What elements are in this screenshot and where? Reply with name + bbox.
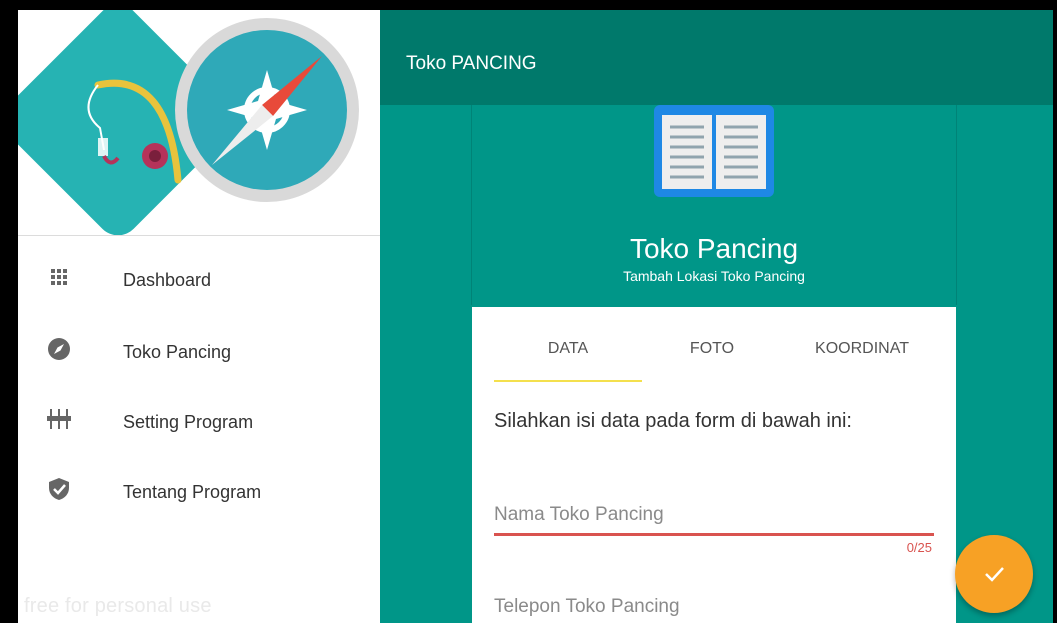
app-bar-title: Toko PANCING	[406, 53, 537, 74]
drawer-item-toko-pancing[interactable]: Toko Pancing	[18, 322, 380, 380]
drawer-item-tentang-program[interactable]: Tentang Program	[18, 462, 380, 520]
tab-koordinat[interactable]: KOORDINAT	[792, 340, 932, 358]
tab-data[interactable]: DATA	[494, 340, 642, 358]
book-icon	[654, 105, 774, 197]
card-subtitle: Tambah Lokasi Toko Pancing	[623, 268, 805, 284]
card-title: Toko Pancing	[629, 233, 799, 264]
drawer-item-label: Tentang Program	[123, 482, 262, 502]
equalizer-icon	[47, 409, 71, 429]
app-logo	[18, 10, 359, 235]
drawer-item-label: Setting Program	[123, 412, 254, 432]
form-card: DATA FOTO KOORDINAT Silahkan isi data pa…	[472, 307, 956, 623]
drawer-item-label: Dashboard	[123, 270, 212, 290]
drawer-item-setting-program[interactable]: Setting Program	[18, 392, 380, 450]
app-content: Toko PANCING Toko Pancing Tambah Lokasi …	[380, 10, 1053, 623]
navigation-drawer: Dashboard Toko Pancing Setting Program T…	[18, 10, 380, 623]
telepon-toko-input[interactable]	[494, 592, 934, 622]
tab-foto[interactable]: FOTO	[657, 340, 767, 358]
drawer-item-label: Toko Pancing	[123, 342, 232, 362]
drawer-item-dashboard[interactable]: Dashboard	[18, 250, 380, 308]
tab-indicator	[494, 380, 642, 382]
form-instruction: Silahkan isi data pada form di bawah ini…	[494, 410, 852, 432]
shield-check-icon	[49, 478, 69, 500]
nama-toko-input[interactable]	[494, 500, 934, 530]
compass-icon	[48, 338, 70, 360]
character-counter: 0/25	[906, 540, 932, 555]
nama-toko-underline	[494, 533, 934, 536]
watermark-text: free for personal use	[24, 595, 212, 617]
save-fab-button[interactable]	[955, 535, 1033, 613]
app-bar: Toko PANCING	[380, 10, 1053, 105]
check-icon	[985, 567, 1004, 582]
card-header: Toko Pancing Tambah Lokasi Toko Pancing	[472, 105, 956, 305]
drawer-header	[18, 10, 380, 236]
grid-icon	[51, 269, 67, 285]
